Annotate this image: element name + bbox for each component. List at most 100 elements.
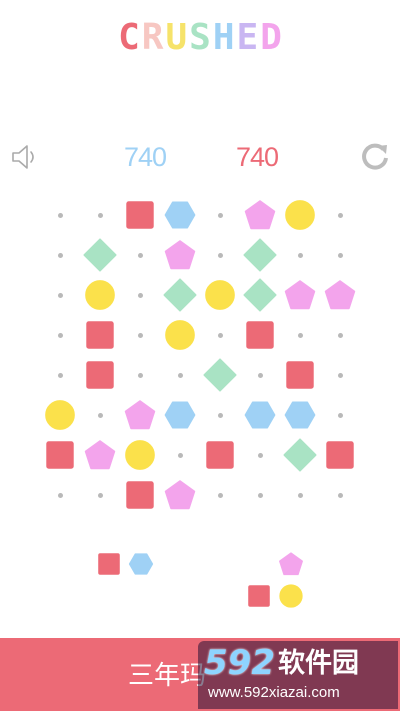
empty-cell-dot[interactable]	[337, 372, 343, 378]
empty-cell-dot[interactable]	[57, 492, 63, 498]
square-icon	[86, 361, 114, 389]
empty-cell-dot[interactable]	[217, 332, 223, 338]
board-piece-hexagon[interactable]	[244, 401, 276, 429]
empty-cell-dot[interactable]	[217, 412, 223, 418]
tray-piece-square[interactable]	[248, 585, 270, 607]
board-piece-pentagon[interactable]	[284, 280, 316, 310]
board-piece-circle[interactable]	[285, 200, 315, 230]
board-piece-diamond[interactable]	[203, 358, 237, 392]
diamond-icon	[203, 358, 237, 392]
watermark-number: 592	[204, 643, 275, 683]
square-icon	[248, 585, 270, 607]
empty-cell-dot[interactable]	[337, 252, 343, 258]
empty-cell-dot[interactable]	[137, 372, 143, 378]
board-piece-pentagon[interactable]	[244, 200, 276, 230]
board-piece-pentagon[interactable]	[324, 280, 356, 310]
empty-cell-dot[interactable]	[297, 252, 303, 258]
game-screen: CRUSHED 740 740 三年玛 592 软件园 www.592xiaza…	[0, 0, 400, 711]
board-piece-square[interactable]	[246, 321, 274, 349]
empty-cell-dot[interactable]	[57, 332, 63, 338]
board-piece-hexagon[interactable]	[284, 401, 316, 429]
board-piece-square[interactable]	[86, 361, 114, 389]
tray-piece-pentagon[interactable]	[279, 552, 303, 576]
board-piece-square[interactable]	[126, 201, 154, 229]
board-piece-square[interactable]	[206, 441, 234, 469]
tray-piece-square[interactable]	[98, 553, 120, 575]
title-letter: U	[165, 17, 188, 58]
pentagon-icon	[84, 440, 116, 470]
board-piece-square[interactable]	[126, 481, 154, 509]
square-icon	[286, 361, 314, 389]
empty-cell-dot[interactable]	[257, 372, 263, 378]
board-piece-diamond[interactable]	[83, 238, 117, 272]
restart-button[interactable]	[358, 140, 392, 174]
empty-cell-dot[interactable]	[257, 492, 263, 498]
site-watermark: 592 软件园 www.592xiazai.com	[198, 641, 398, 709]
empty-cell-dot[interactable]	[57, 292, 63, 298]
empty-cell-dot[interactable]	[297, 492, 303, 498]
circle-icon	[285, 200, 315, 230]
empty-cell-dot[interactable]	[217, 252, 223, 258]
empty-cell-dot[interactable]	[97, 492, 103, 498]
empty-cell-dot[interactable]	[57, 212, 63, 218]
diamond-icon	[243, 278, 277, 312]
board-piece-circle[interactable]	[45, 400, 75, 430]
tray-piece-circle[interactable]	[279, 584, 303, 608]
board-piece-circle[interactable]	[205, 280, 235, 310]
board-piece-pentagon[interactable]	[124, 400, 156, 430]
hexagon-icon	[164, 201, 196, 229]
board-piece-pentagon[interactable]	[164, 480, 196, 510]
square-icon	[98, 553, 120, 575]
empty-cell-dot[interactable]	[97, 412, 103, 418]
empty-cell-dot[interactable]	[137, 292, 143, 298]
game-board	[0, 0, 400, 711]
empty-cell-dot[interactable]	[177, 372, 183, 378]
empty-cell-dot[interactable]	[57, 372, 63, 378]
square-icon	[326, 441, 354, 469]
tray-piece-hexagon[interactable]	[128, 553, 154, 575]
square-icon	[206, 441, 234, 469]
board-piece-diamond[interactable]	[283, 438, 317, 472]
empty-cell-dot[interactable]	[297, 332, 303, 338]
board-piece-circle[interactable]	[125, 440, 155, 470]
board-piece-hexagon[interactable]	[164, 401, 196, 429]
board-piece-circle[interactable]	[85, 280, 115, 310]
board-piece-diamond[interactable]	[243, 278, 277, 312]
board-piece-pentagon[interactable]	[164, 240, 196, 270]
hexagon-icon	[128, 553, 154, 575]
sound-toggle-button[interactable]	[10, 141, 42, 173]
empty-cell-dot[interactable]	[337, 492, 343, 498]
pentagon-icon	[124, 400, 156, 430]
empty-cell-dot[interactable]	[217, 212, 223, 218]
board-piece-circle[interactable]	[165, 320, 195, 350]
empty-cell-dot[interactable]	[137, 252, 143, 258]
pentagon-icon	[164, 480, 196, 510]
board-piece-square[interactable]	[46, 441, 74, 469]
restart-icon	[362, 143, 388, 170]
empty-cell-dot[interactable]	[337, 332, 343, 338]
diamond-icon	[163, 278, 197, 312]
empty-cell-dot[interactable]	[337, 412, 343, 418]
board-piece-square[interactable]	[286, 361, 314, 389]
empty-cell-dot[interactable]	[97, 212, 103, 218]
diamond-icon	[83, 238, 117, 272]
empty-cell-dot[interactable]	[177, 452, 183, 458]
speaker-icon	[12, 145, 34, 169]
board-piece-square[interactable]	[86, 321, 114, 349]
hexagon-icon	[164, 401, 196, 429]
banner-text: 三年玛	[128, 661, 207, 691]
empty-cell-dot[interactable]	[217, 492, 223, 498]
board-piece-pentagon[interactable]	[84, 440, 116, 470]
board-piece-diamond[interactable]	[243, 238, 277, 272]
empty-cell-dot[interactable]	[57, 252, 63, 258]
empty-cell-dot[interactable]	[337, 212, 343, 218]
title-letter: C	[118, 17, 140, 58]
board-piece-diamond[interactable]	[163, 278, 197, 312]
square-icon	[86, 321, 114, 349]
empty-cell-dot[interactable]	[137, 332, 143, 338]
board-piece-hexagon[interactable]	[164, 201, 196, 229]
pentagon-icon	[164, 240, 196, 270]
title-letter: E	[236, 17, 259, 58]
empty-cell-dot[interactable]	[257, 452, 263, 458]
board-piece-square[interactable]	[326, 441, 354, 469]
